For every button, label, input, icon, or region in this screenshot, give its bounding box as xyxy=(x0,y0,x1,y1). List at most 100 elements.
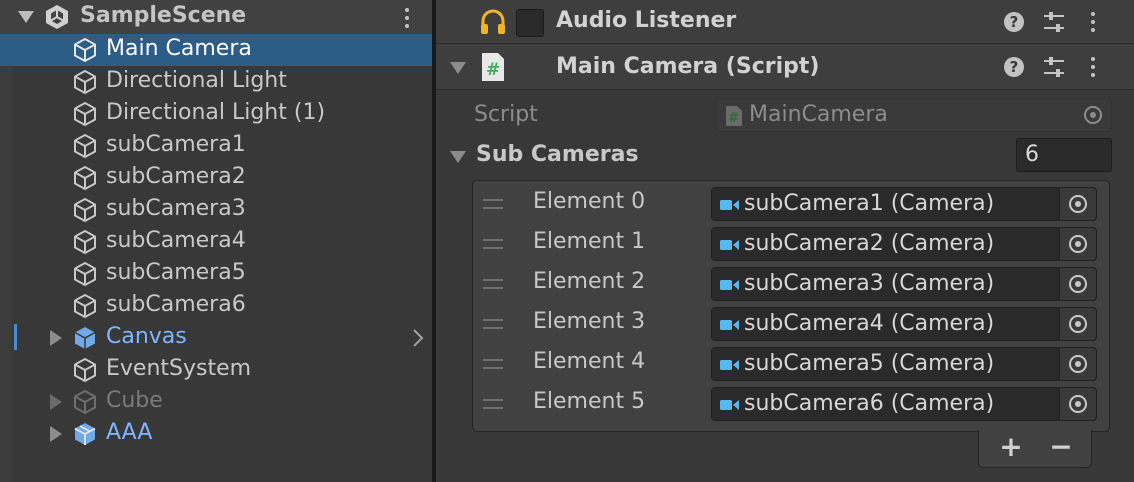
hierarchy-item-subcamera3[interactable]: subCamera3 xyxy=(0,194,432,226)
prefab-icon xyxy=(72,325,98,351)
list-item[interactable]: Element 2 subCamera3 (Camera) xyxy=(473,265,1109,305)
audio-listener-header[interactable]: Audio Listener ? xyxy=(436,0,1134,44)
presets-icon[interactable] xyxy=(1042,10,1066,34)
foldout-collapsed-icon[interactable] xyxy=(48,330,64,346)
drag-handle-icon[interactable] xyxy=(483,359,503,369)
prefab-model-icon xyxy=(72,421,98,447)
gameobject-icon xyxy=(72,261,98,287)
hierarchy-item-subcamera2[interactable]: subCamera2 xyxy=(0,162,432,194)
camera-object-field[interactable]: subCamera4 (Camera) xyxy=(711,307,1097,341)
element-value: subCamera3 (Camera) xyxy=(744,271,995,296)
hierarchy-item-label: EventSystem xyxy=(106,356,252,381)
object-picker-icon[interactable] xyxy=(1059,188,1096,220)
element-label: Element 4 xyxy=(533,349,646,374)
hierarchy-item-directional-light-1[interactable]: Directional Light (1) xyxy=(0,98,432,130)
hierarchy-item-label: subCamera1 xyxy=(106,132,246,157)
element-value: subCamera2 (Camera) xyxy=(744,231,995,256)
scene-name: SampleScene xyxy=(80,3,247,28)
foldout-collapsed-icon[interactable] xyxy=(48,426,64,442)
script-value: MainCamera xyxy=(749,102,888,127)
object-picker-icon[interactable] xyxy=(1059,228,1096,260)
help-icon[interactable]: ? xyxy=(1004,12,1024,32)
object-picker-icon[interactable] xyxy=(1059,348,1096,380)
hierarchy-item-cube[interactable]: Cube xyxy=(0,386,432,418)
hierarchy-item-subcamera1[interactable]: subCamera1 xyxy=(0,130,432,162)
hierarchy-item-label: Directional Light xyxy=(106,68,287,93)
component-menu-icon[interactable] xyxy=(1090,57,1096,77)
camera-icon xyxy=(720,237,740,251)
drag-handle-icon[interactable] xyxy=(483,399,503,409)
enabled-checkbox[interactable] xyxy=(516,9,544,37)
camera-icon xyxy=(720,277,740,291)
foldout-expanded-icon[interactable] xyxy=(18,9,34,25)
foldout-expanded-icon[interactable] xyxy=(450,149,466,168)
gameobject-icon xyxy=(72,101,98,127)
unity-scene-icon xyxy=(44,4,70,30)
element-label: Element 5 xyxy=(533,389,646,414)
camera-icon xyxy=(720,397,740,411)
camera-object-field[interactable]: subCamera3 (Camera) xyxy=(711,267,1097,301)
hierarchy-item-label: Main Camera xyxy=(106,36,252,61)
hierarchy-item-subcamera6[interactable]: subCamera6 xyxy=(0,290,432,322)
hierarchy-item-label: Cube xyxy=(106,388,163,413)
hierarchy-item-directional-light[interactable]: Directional Light xyxy=(0,66,432,98)
foldout-expanded-icon[interactable] xyxy=(450,60,466,79)
hierarchy-item-label: Canvas xyxy=(106,324,187,349)
script-file-icon: # xyxy=(725,105,743,127)
drag-handle-icon[interactable] xyxy=(483,279,503,289)
element-value: subCamera4 (Camera) xyxy=(744,311,995,336)
hierarchy-item-label: subCamera6 xyxy=(106,292,246,317)
list-item[interactable]: Element 4 subCamera5 (Camera) xyxy=(473,345,1109,385)
list-item[interactable]: Element 0 subCamera1 (Camera) xyxy=(473,185,1109,225)
help-icon[interactable]: ? xyxy=(1004,57,1024,77)
list-footer: + − xyxy=(978,430,1092,468)
scene-menu-icon[interactable] xyxy=(404,8,410,28)
camera-icon xyxy=(720,317,740,331)
gameobject-icon xyxy=(72,357,98,383)
hierarchy-item-aaa[interactable]: AAA xyxy=(0,418,432,450)
gameobject-icon xyxy=(72,229,98,255)
sub-cameras-label[interactable]: Sub Cameras xyxy=(476,142,639,167)
list-item[interactable]: Element 1 subCamera2 (Camera) xyxy=(473,225,1109,265)
camera-icon xyxy=(720,357,740,371)
drag-handle-icon[interactable] xyxy=(483,239,503,249)
drag-handle-icon[interactable] xyxy=(483,319,503,329)
object-picker-icon[interactable] xyxy=(1059,388,1096,420)
object-picker-icon xyxy=(1075,99,1111,131)
svg-text:#: # xyxy=(728,111,739,126)
element-value: subCamera6 (Camera) xyxy=(744,391,995,416)
script-label: Script xyxy=(474,102,538,127)
component-title: Audio Listener xyxy=(556,8,737,33)
presets-icon[interactable] xyxy=(1042,55,1066,79)
gameobject-icon xyxy=(72,165,98,191)
camera-object-field[interactable]: subCamera5 (Camera) xyxy=(711,347,1097,381)
element-label: Element 3 xyxy=(533,309,646,334)
gameobject-icon xyxy=(72,69,98,95)
hierarchy-item-label: subCamera2 xyxy=(106,164,246,189)
element-label: Element 1 xyxy=(533,229,646,254)
svg-text:#: # xyxy=(486,60,500,80)
remove-element-button[interactable]: − xyxy=(1043,428,1079,464)
scene-row[interactable]: SampleScene xyxy=(0,0,432,34)
camera-object-field[interactable]: subCamera2 (Camera) xyxy=(711,227,1097,261)
hierarchy-item-subcamera4[interactable]: subCamera4 xyxy=(0,226,432,258)
add-element-button[interactable]: + xyxy=(993,428,1029,464)
foldout-collapsed-icon[interactable] xyxy=(48,394,64,410)
script-component-header[interactable]: # Main Camera (Script) ? xyxy=(436,44,1134,90)
hierarchy-item-canvas[interactable]: Canvas xyxy=(0,322,432,354)
hierarchy-item-main-camera[interactable]: Main Camera xyxy=(0,34,432,66)
camera-object-field[interactable]: subCamera1 (Camera) xyxy=(711,187,1097,221)
hierarchy-item-eventsystem[interactable]: EventSystem xyxy=(0,354,432,386)
chevron-right-icon[interactable] xyxy=(410,329,426,347)
camera-object-field[interactable]: subCamera6 (Camera) xyxy=(711,387,1097,421)
hierarchy-item-label: subCamera5 xyxy=(106,260,246,285)
camera-icon xyxy=(720,197,740,211)
list-item[interactable]: Element 5 subCamera6 (Camera) xyxy=(473,385,1109,425)
component-menu-icon[interactable] xyxy=(1090,12,1096,32)
object-picker-icon[interactable] xyxy=(1059,308,1096,340)
list-item[interactable]: Element 3 subCamera4 (Camera) xyxy=(473,305,1109,345)
object-picker-icon[interactable] xyxy=(1059,268,1096,300)
hierarchy-item-subcamera5[interactable]: subCamera5 xyxy=(0,258,432,290)
drag-handle-icon[interactable] xyxy=(483,199,503,209)
array-size-field[interactable]: 6 xyxy=(1016,138,1112,172)
